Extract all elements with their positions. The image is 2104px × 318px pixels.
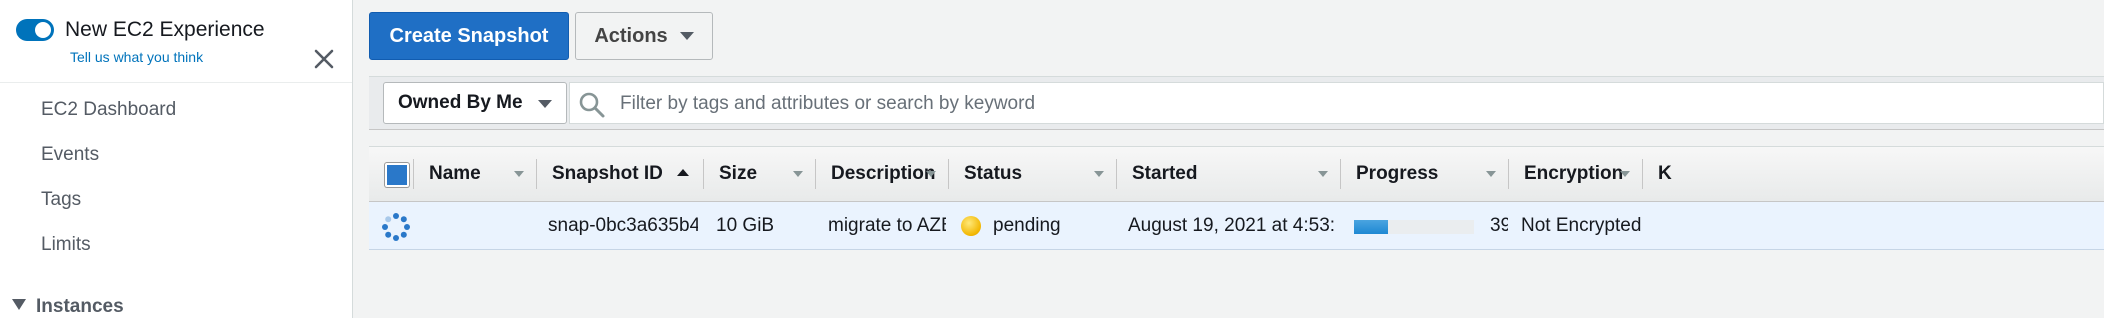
sort-caret-icon: [793, 171, 803, 177]
sidebar-item-ec2-dashboard[interactable]: EC2 Dashboard: [41, 99, 176, 121]
cell-description: migrate to AZB: [828, 215, 946, 236]
progress-fill: [1354, 220, 1389, 234]
column-separator: [1116, 159, 1117, 189]
status-text: pending: [993, 215, 1061, 236]
column-header-started[interactable]: Started: [1116, 147, 1340, 201]
select-all-cell: [369, 147, 413, 201]
column-label: Name: [429, 163, 481, 184]
search-input[interactable]: [618, 83, 2022, 125]
table-row[interactable]: snap-0bc3a635b4a… 10 GiB migrate to AZB …: [369, 202, 2104, 250]
sidebar-item-limits[interactable]: Limits: [41, 234, 91, 256]
main-content: Create Snapshot Actions Owned By Me Name…: [353, 0, 2104, 318]
owned-by-dropdown[interactable]: Owned By Me: [383, 82, 567, 124]
cell-started: August 19, 2021 at 4:53:19 …: [1128, 215, 1336, 236]
column-label: Size: [719, 163, 758, 184]
sort-ascending-icon: [677, 169, 689, 176]
filter-bar: Owned By Me: [369, 76, 2104, 130]
actions-label: Actions: [594, 24, 668, 47]
sort-caret-icon: [514, 171, 524, 177]
column-separator: [1340, 159, 1341, 189]
search-icon: [579, 92, 605, 118]
column-label: Encryption: [1524, 163, 1624, 184]
column-separator: [413, 159, 414, 189]
column-separator: [536, 159, 537, 189]
sidebar-divider: [0, 82, 352, 83]
sidebar: New EC2 Experience Tell us what you thin…: [0, 0, 353, 318]
sidebar-section-instances[interactable]: Instances: [12, 296, 124, 318]
search-box[interactable]: [569, 82, 2104, 125]
sidebar-section-label: Instances: [36, 296, 124, 317]
snapshots-table: Name Snapshot ID Size Description Status…: [369, 136, 2104, 318]
loading-spinner-icon: [382, 213, 410, 241]
owned-by-label: Owned By Me: [398, 92, 523, 113]
column-label: Started: [1132, 163, 1198, 184]
column-label: Progress: [1356, 163, 1439, 184]
sort-caret-icon: [1094, 171, 1104, 177]
column-label: Status: [964, 163, 1023, 184]
toggle-knob: [35, 22, 51, 38]
column-header-name[interactable]: Name: [413, 147, 536, 201]
column-separator: [1642, 159, 1643, 189]
sort-caret-icon: [926, 171, 936, 177]
column-header-status[interactable]: Status: [948, 147, 1116, 201]
collapse-triangle-icon: [12, 299, 26, 311]
actions-button[interactable]: Actions: [575, 12, 713, 60]
close-icon[interactable]: [312, 47, 336, 71]
chevron-down-icon: [538, 100, 552, 108]
column-header-kms[interactable]: K: [1642, 147, 1672, 201]
column-header-encryption[interactable]: Encryption: [1508, 147, 1642, 201]
progress-bar: [1354, 220, 1474, 234]
column-label: Description: [831, 163, 936, 184]
feedback-link[interactable]: Tell us what you think: [70, 49, 203, 65]
chevron-down-icon: [679, 32, 694, 40]
select-all-checkbox[interactable]: [385, 163, 409, 187]
column-separator: [1508, 159, 1509, 189]
new-experience-toggle[interactable]: [16, 19, 54, 41]
column-separator: [948, 159, 949, 189]
sidebar-item-events[interactable]: Events: [41, 144, 99, 166]
cell-snapshot-id: snap-0bc3a635b4a…: [548, 215, 698, 236]
cell-size: 10 GiB: [716, 215, 775, 236]
status-pending-icon: [961, 216, 981, 236]
create-snapshot-button[interactable]: Create Snapshot: [369, 12, 569, 60]
column-header-snapshot-id[interactable]: Snapshot ID: [536, 147, 703, 201]
column-separator: [703, 159, 704, 189]
sort-caret-icon: [1318, 171, 1328, 177]
column-label: Snapshot ID: [552, 163, 663, 184]
cell-name: [429, 202, 536, 250]
cell-progress: 39%: [1340, 202, 1508, 250]
new-experience-title: New EC2 Experience: [65, 18, 265, 41]
progress-text: 39%: [1489, 215, 1508, 236]
column-header-description[interactable]: Description: [815, 147, 948, 201]
cell-status: pending: [961, 202, 1111, 250]
sort-caret-icon: [1486, 171, 1496, 177]
cell-encryption: Not Encrypted: [1521, 215, 1642, 236]
sort-caret-icon: [1620, 171, 1630, 177]
column-header-size[interactable]: Size: [703, 147, 815, 201]
column-header-progress[interactable]: Progress: [1340, 147, 1508, 201]
table-header: Name Snapshot ID Size Description Status…: [369, 146, 2104, 202]
sidebar-item-tags[interactable]: Tags: [41, 189, 81, 211]
column-separator: [815, 159, 816, 189]
column-label: K: [1658, 163, 1672, 184]
new-experience-panel: New EC2 Experience Tell us what you thin…: [16, 16, 336, 80]
